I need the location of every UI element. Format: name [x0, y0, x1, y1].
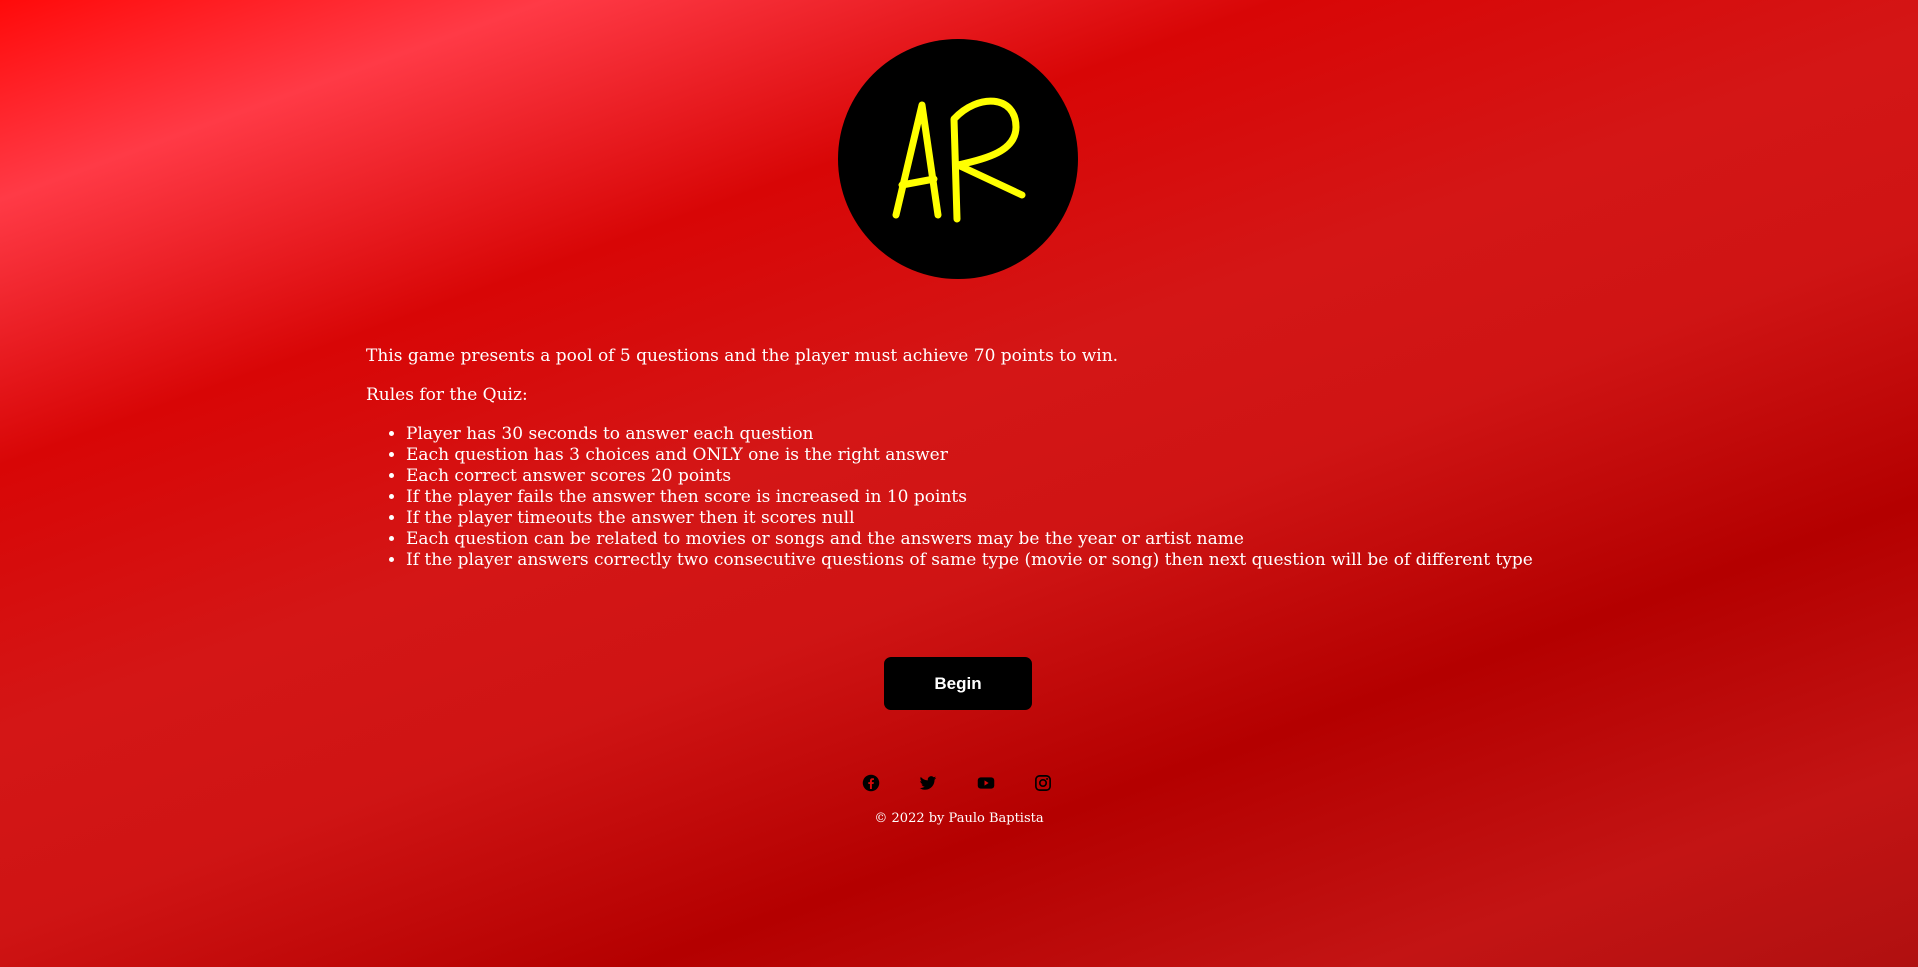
rules-list: Player has 30 seconds to answer each que…: [366, 424, 1666, 571]
intro-text: This game presents a pool of 5 questions…: [366, 346, 1119, 366]
instagram-icon[interactable]: [1034, 774, 1052, 792]
youtube-icon[interactable]: [977, 774, 995, 792]
rule-item: Player has 30 seconds to answer each que…: [406, 424, 1666, 445]
rules-heading: Rules for the Quiz:: [366, 385, 528, 405]
facebook-icon[interactable]: [862, 774, 880, 792]
rule-item: If the player answers correctly two cons…: [406, 550, 1666, 571]
rule-item: Each question can be related to movies o…: [406, 529, 1666, 550]
quiz-description: This game presents a pool of 5 questions…: [366, 346, 1666, 571]
logo: [838, 39, 1078, 279]
rule-item: If the player fails the answer then scor…: [406, 487, 1666, 508]
rule-item: Each question has 3 choices and ONLY one…: [406, 445, 1666, 466]
rule-item: Each correct answer scores 20 points: [406, 466, 1666, 487]
rule-item: If the player timeouts the answer then i…: [406, 508, 1666, 529]
logo-ar-mark: [892, 97, 1026, 223]
copyright-text: © 2022 by Paulo Baptista: [874, 811, 1044, 826]
begin-button[interactable]: Begin: [884, 657, 1032, 710]
social-links: [862, 772, 1052, 794]
twitter-icon[interactable]: [919, 774, 937, 792]
